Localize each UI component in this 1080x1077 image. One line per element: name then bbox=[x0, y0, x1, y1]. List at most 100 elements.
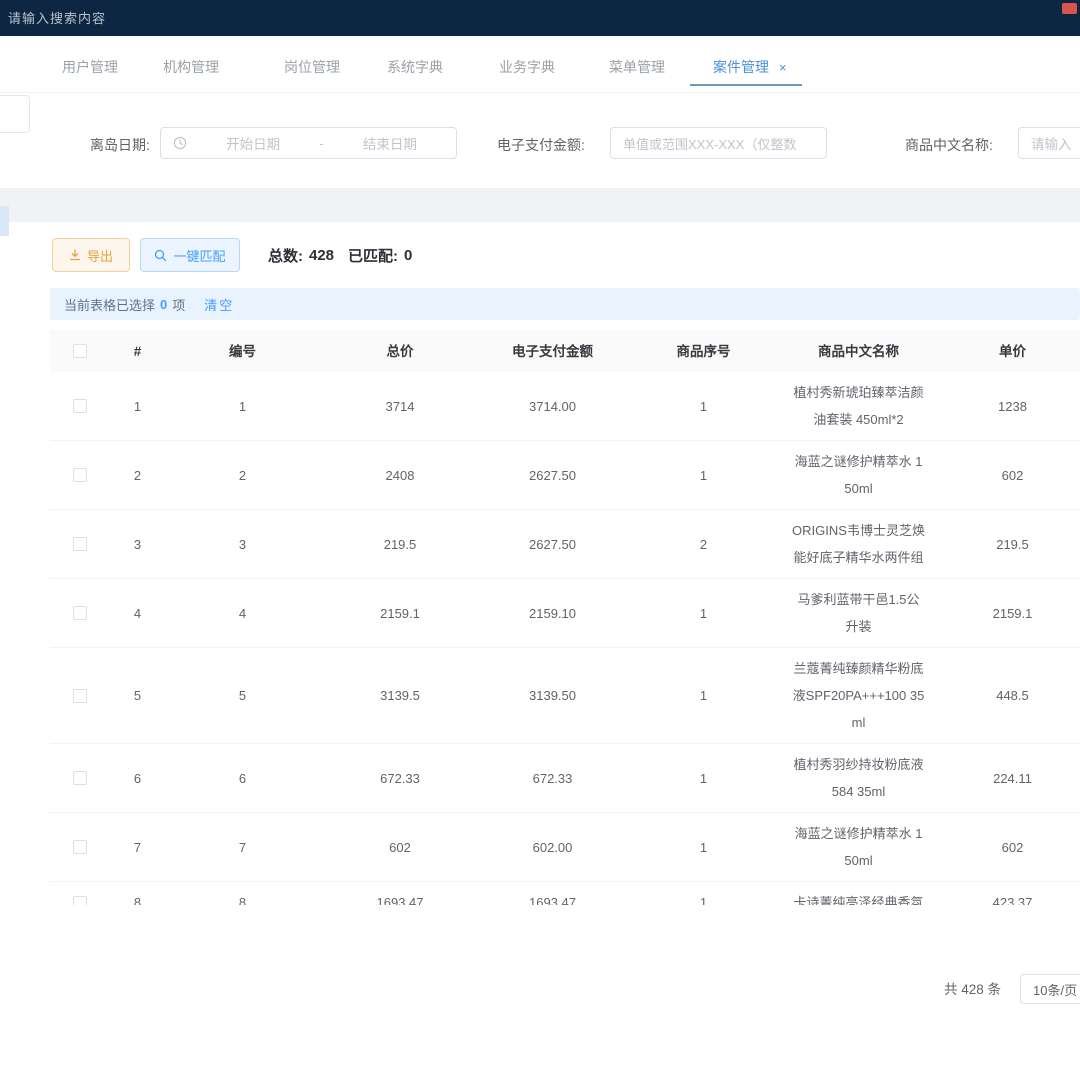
cell-code: 5 bbox=[165, 682, 320, 709]
amount-filter-label: 电子支付金额: bbox=[497, 135, 585, 155]
row-checkbox[interactable] bbox=[73, 689, 87, 703]
cell-epay: 3714.00 bbox=[480, 393, 625, 420]
cell-index: 6 bbox=[110, 765, 165, 792]
table-row: 66672.33672.331植村秀羽纱持妆粉底液 584 35ml224.11 bbox=[50, 744, 1080, 813]
page-size-value: 10条/页 bbox=[1033, 980, 1077, 999]
tab-menu-mgmt[interactable]: 菜单管理 bbox=[609, 57, 665, 77]
row-checkbox[interactable] bbox=[73, 468, 87, 482]
cell-index: 5 bbox=[110, 682, 165, 709]
cell-name: 马爹利蓝带干邑1.5公升装 bbox=[782, 586, 935, 640]
cell-index: 3 bbox=[110, 531, 165, 558]
cell-epay: 3139.50 bbox=[480, 682, 625, 709]
selection-count: 0 bbox=[160, 297, 167, 312]
select-all-checkbox[interactable] bbox=[73, 344, 87, 358]
cell-epay: 2159.10 bbox=[480, 600, 625, 627]
table-header: #编号总价电子支付金额商品序号商品中文名称单价 bbox=[50, 330, 1080, 372]
cell-total: 602 bbox=[320, 834, 480, 861]
one-click-match-button[interactable]: 一键匹配 bbox=[140, 238, 240, 272]
tab-post-mgmt[interactable]: 岗位管理 bbox=[284, 57, 340, 77]
tab-bar: 用户管理 机构管理 岗位管理 系统字典 业务字典 菜单管理 案件管理 × bbox=[0, 36, 1080, 93]
row-checkbox[interactable] bbox=[73, 896, 87, 906]
case-table: #编号总价电子支付金额商品序号商品中文名称单价 1137143714.001植村… bbox=[50, 330, 1080, 905]
product-filter-label: 商品中文名称: bbox=[905, 135, 993, 155]
tab-user-mgmt[interactable]: 用户管理 bbox=[62, 57, 118, 77]
cell-epay: 2627.50 bbox=[480, 531, 625, 558]
cell-index: 1 bbox=[110, 393, 165, 420]
match-stats: 总数: 428 已匹配: 0 bbox=[268, 238, 412, 272]
pagination-total: 共 428 条 bbox=[944, 975, 1001, 1005]
column-header-total: 总价 bbox=[320, 338, 480, 365]
date-start-placeholder[interactable]: 开始日期 bbox=[187, 133, 319, 153]
cell-name: 海蓝之谜修护精萃水 150ml bbox=[782, 820, 935, 874]
page-size-select[interactable]: 10条/页 bbox=[1020, 974, 1080, 1004]
cell-name: 卡诗菁纯亮泽经典香氛 bbox=[782, 889, 935, 905]
cell-code: 2 bbox=[165, 462, 320, 489]
row-checkbox-cell bbox=[50, 468, 110, 482]
row-checkbox-cell bbox=[50, 399, 110, 413]
clear-selection-link[interactable]: 清空 bbox=[204, 295, 234, 314]
table-row: 33219.52627.502ORIGINS韦博士灵芝焕能好底子精华水两件组21… bbox=[50, 510, 1080, 579]
cell-price: 2159.1 bbox=[935, 600, 1080, 627]
row-checkbox-cell bbox=[50, 537, 110, 551]
cell-price: 602 bbox=[935, 834, 1080, 861]
close-icon[interactable]: × bbox=[779, 60, 787, 75]
cell-index: 2 bbox=[110, 462, 165, 489]
cell-seq: 1 bbox=[625, 393, 782, 420]
cell-seq: 1 bbox=[625, 889, 782, 905]
left-edge-panel-sliver bbox=[0, 206, 9, 236]
cell-seq: 1 bbox=[625, 765, 782, 792]
total-value: 428 bbox=[309, 247, 334, 264]
tab-case-mgmt-label: 案件管理 bbox=[713, 59, 769, 75]
column-header-index: # bbox=[110, 338, 165, 365]
export-button-label: 导出 bbox=[87, 246, 113, 265]
table-row: 553139.53139.501兰蔻菁纯臻颜精华粉底液SPF20PA+++100… bbox=[50, 648, 1080, 744]
cell-total: 1693.47 bbox=[320, 889, 480, 905]
row-checkbox[interactable] bbox=[73, 399, 87, 413]
cell-price: 423.37 bbox=[935, 889, 1080, 905]
row-checkbox[interactable] bbox=[73, 537, 87, 551]
download-icon bbox=[69, 249, 81, 261]
cell-price: 224.11 bbox=[935, 765, 1080, 792]
cell-code: 4 bbox=[165, 600, 320, 627]
cell-index: 8 bbox=[110, 889, 165, 905]
matched-value: 0 bbox=[404, 247, 412, 264]
product-name-input[interactable]: 请输入 bbox=[1018, 127, 1080, 159]
cell-name: 海蓝之谜修护精萃水 150ml bbox=[782, 448, 935, 502]
cell-index: 7 bbox=[110, 834, 165, 861]
row-checkbox[interactable] bbox=[73, 771, 87, 785]
cell-epay: 1693.47 bbox=[480, 889, 625, 905]
cell-code: 8 bbox=[165, 889, 320, 905]
product-placeholder: 请输入 bbox=[1031, 133, 1072, 153]
cell-total: 2408 bbox=[320, 462, 480, 489]
cell-total: 672.33 bbox=[320, 765, 480, 792]
row-checkbox[interactable] bbox=[73, 606, 87, 620]
cell-seq: 1 bbox=[625, 462, 782, 489]
table-row: 2224082627.501海蓝之谜修护精萃水 150ml602 bbox=[50, 441, 1080, 510]
matched-label: 已匹配: bbox=[348, 245, 398, 266]
row-checkbox-cell bbox=[50, 689, 110, 703]
select-all-cell bbox=[50, 344, 110, 358]
tab-org-mgmt[interactable]: 机构管理 bbox=[163, 57, 219, 77]
cell-code: 7 bbox=[165, 834, 320, 861]
amount-input[interactable]: 单值或范围XXX-XXX（仅整数 bbox=[610, 127, 827, 159]
cell-seq: 1 bbox=[625, 834, 782, 861]
column-header-name: 商品中文名称 bbox=[782, 338, 935, 365]
cell-epay: 602.00 bbox=[480, 834, 625, 861]
date-range-input[interactable]: 开始日期 - 结束日期 bbox=[160, 127, 457, 159]
date-end-placeholder[interactable]: 结束日期 bbox=[324, 133, 456, 153]
selection-info-bar: 当前表格已选择 0 项 清空 bbox=[50, 288, 1080, 320]
cell-total: 3139.5 bbox=[320, 682, 480, 709]
row-checkbox-cell bbox=[50, 840, 110, 854]
row-checkbox-cell bbox=[50, 771, 110, 785]
export-button[interactable]: 导出 bbox=[52, 238, 130, 272]
cell-seq: 1 bbox=[625, 682, 782, 709]
global-search-input[interactable]: 请输入搜索内容 bbox=[8, 8, 106, 27]
tab-biz-dict[interactable]: 业务字典 bbox=[499, 57, 555, 77]
cell-price: 602 bbox=[935, 462, 1080, 489]
cell-name: 植村秀羽纱持妆粉底液 584 35ml bbox=[782, 751, 935, 805]
top-navbar: 请输入搜索内容 bbox=[0, 0, 1080, 36]
tab-case-mgmt[interactable]: 案件管理 × bbox=[713, 57, 787, 77]
row-checkbox[interactable] bbox=[73, 840, 87, 854]
tab-sys-dict[interactable]: 系统字典 bbox=[387, 57, 443, 77]
table-row: 1137143714.001植村秀新琥珀臻萃洁颜油套装 450ml*21238 bbox=[50, 372, 1080, 441]
